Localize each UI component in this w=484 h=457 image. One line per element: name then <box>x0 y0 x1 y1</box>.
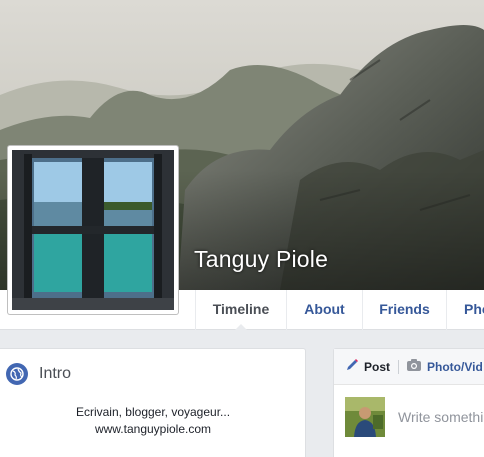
tab-about[interactable]: About <box>286 290 362 330</box>
facebook-profile-page: Tanguy Piole Timeline About Friends Ph I… <box>0 0 484 457</box>
tab-friends[interactable]: Friends <box>362 290 446 330</box>
intro-website-link[interactable]: www.tanguypiole.com <box>0 422 306 436</box>
composer-tab-photo-video[interactable]: Photo/Vid <box>406 349 483 385</box>
composer-tab-divider <box>398 360 399 374</box>
intro-title: Intro <box>39 365 72 382</box>
globe-icon <box>6 363 28 385</box>
profile-picture[interactable] <box>7 145 179 315</box>
composer-tab-post[interactable]: Post <box>345 349 390 385</box>
pencil-icon <box>345 350 359 386</box>
profile-name[interactable]: Tanguy Piole <box>194 246 328 273</box>
camera-icon <box>406 350 422 386</box>
composer-avatar <box>345 397 385 437</box>
intro-card: Intro Ecrivain, blogger, voyageur... www… <box>0 348 306 457</box>
composer-input[interactable]: Write somethi <box>398 409 483 425</box>
composer-photo-label: Photo/Vid <box>427 360 483 374</box>
intro-bio-text: Ecrivain, blogger, voyageur... <box>75 405 231 419</box>
post-composer: Post Photo/Vid Write somethi <box>333 348 484 457</box>
composer-post-label: Post <box>364 360 391 374</box>
profile-picture-image <box>12 150 174 310</box>
intro-header: Intro <box>6 363 71 385</box>
tab-photos[interactable]: Pho <box>446 290 484 330</box>
tab-timeline[interactable]: Timeline <box>195 290 286 330</box>
composer-tabs: Post Photo/Vid <box>334 349 484 385</box>
